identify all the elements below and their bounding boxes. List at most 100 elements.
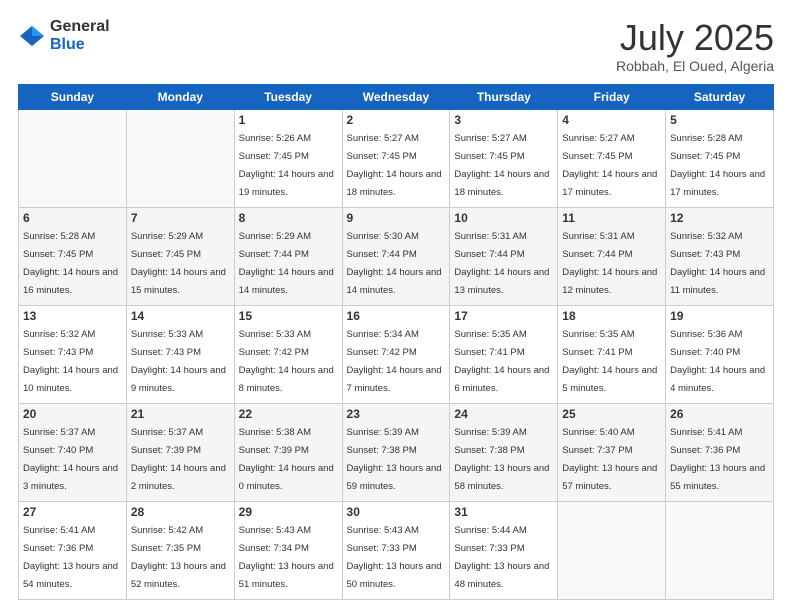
day-cell: 26Sunrise: 5:41 AMSunset: 7:36 PMDayligh… — [666, 403, 774, 501]
day-cell: 31 Sunrise: 5:44 AMSunset: 7:33 PMDayligh… — [450, 501, 558, 599]
day-number: 26 — [670, 407, 769, 421]
day-cell: 8 Sunrise: 5:29 AMSunset: 7:44 PMDaylight… — [234, 207, 342, 305]
title-area: July 2025 Robbah, El Oued, Algeria — [616, 18, 774, 74]
day-cell: 4 Sunrise: 5:27 AMSunset: 7:45 PMDaylight… — [558, 109, 666, 207]
day-number: 29 — [239, 505, 338, 519]
day-number: 27 — [23, 505, 122, 519]
day-cell: 18 Sunrise: 5:35 AMSunset: 7:41 PMDayligh… — [558, 305, 666, 403]
header-row: Sunday Monday Tuesday Wednesday Thursday… — [19, 84, 774, 109]
day-number: 30 — [347, 505, 446, 519]
day-info: Sunrise: 5:31 AMSunset: 7:44 PMDaylight:… — [562, 231, 657, 296]
day-info: Sunrise: 5:44 AMSunset: 7:33 PMDaylight:… — [454, 525, 549, 590]
day-info: Sunrise: 5:42 AMSunset: 7:35 PMDaylight:… — [131, 525, 226, 590]
col-wednesday: Wednesday — [342, 84, 450, 109]
day-info: Sunrise: 5:37 AMSunset: 7:39 PMDaylight:… — [131, 427, 226, 492]
day-info: Sunrise: 5:29 AMSunset: 7:44 PMDaylight:… — [239, 231, 334, 296]
day-cell: 29 Sunrise: 5:43 AMSunset: 7:34 PMDayligh… — [234, 501, 342, 599]
day-number: 10 — [454, 211, 553, 225]
day-info: Sunrise: 5:28 AMSunset: 7:45 PMDaylight:… — [23, 231, 118, 296]
day-number: 23 — [347, 407, 446, 421]
week-row-3: 13Sunrise: 5:32 AMSunset: 7:43 PMDayligh… — [19, 305, 774, 403]
day-cell: 17 Sunrise: 5:35 AMSunset: 7:41 PMDayligh… — [450, 305, 558, 403]
day-number: 12 — [670, 211, 769, 225]
day-number: 5 — [670, 113, 769, 127]
day-cell — [126, 109, 234, 207]
day-number: 21 — [131, 407, 230, 421]
day-info: Sunrise: 5:33 AMSunset: 7:42 PMDaylight:… — [239, 329, 334, 394]
col-sunday: Sunday — [19, 84, 127, 109]
day-info: Sunrise: 5:39 AMSunset: 7:38 PMDaylight:… — [454, 427, 549, 492]
header: General Blue July 2025 Robbah, El Oued, … — [18, 18, 774, 74]
day-number: 8 — [239, 211, 338, 225]
day-number: 17 — [454, 309, 553, 323]
day-cell: 2 Sunrise: 5:27 AMSunset: 7:45 PMDaylight… — [342, 109, 450, 207]
day-number: 25 — [562, 407, 661, 421]
day-cell: 14 Sunrise: 5:33 AMSunset: 7:43 PMDayligh… — [126, 305, 234, 403]
day-number: 9 — [347, 211, 446, 225]
day-number: 11 — [562, 211, 661, 225]
day-cell: 27 Sunrise: 5:41 AMSunset: 7:36 PMDayligh… — [19, 501, 127, 599]
day-info: Sunrise: 5:39 AMSunset: 7:38 PMDaylight:… — [347, 427, 442, 492]
day-cell: 28 Sunrise: 5:42 AMSunset: 7:35 PMDayligh… — [126, 501, 234, 599]
day-number: 31 — [454, 505, 553, 519]
logo-blue-text: Blue — [50, 36, 110, 54]
day-info: Sunrise: 5:36 AMSunset: 7:40 PMDaylight:… — [670, 329, 765, 394]
day-cell: 16 Sunrise: 5:34 AMSunset: 7:42 PMDayligh… — [342, 305, 450, 403]
day-cell: 7 Sunrise: 5:29 AMSunset: 7:45 PMDaylight… — [126, 207, 234, 305]
day-info: Sunrise: 5:34 AMSunset: 7:42 PMDaylight:… — [347, 329, 442, 394]
col-monday: Monday — [126, 84, 234, 109]
day-number: 28 — [131, 505, 230, 519]
day-number: 4 — [562, 113, 661, 127]
day-info: Sunrise: 5:32 AMSunset: 7:43 PMDaylight:… — [670, 231, 765, 296]
month-title: July 2025 — [616, 18, 774, 58]
day-cell: 24Sunrise: 5:39 AMSunset: 7:38 PMDayligh… — [450, 403, 558, 501]
day-number: 22 — [239, 407, 338, 421]
logo-general-text: General — [50, 18, 110, 36]
day-info: Sunrise: 5:38 AMSunset: 7:39 PMDaylight:… — [239, 427, 334, 492]
day-cell: 25 Sunrise: 5:40 AMSunset: 7:37 PMDayligh… — [558, 403, 666, 501]
day-number: 19 — [670, 309, 769, 323]
day-info: Sunrise: 5:41 AMSunset: 7:36 PMDaylight:… — [23, 525, 118, 590]
day-cell: 20Sunrise: 5:37 AMSunset: 7:40 PMDayligh… — [19, 403, 127, 501]
col-saturday: Saturday — [666, 84, 774, 109]
day-cell: 11 Sunrise: 5:31 AMSunset: 7:44 PMDayligh… — [558, 207, 666, 305]
week-row-2: 6Sunrise: 5:28 AMSunset: 7:45 PMDaylight… — [19, 207, 774, 305]
day-cell: 5 Sunrise: 5:28 AMSunset: 7:45 PMDaylight… — [666, 109, 774, 207]
day-cell — [666, 501, 774, 599]
col-tuesday: Tuesday — [234, 84, 342, 109]
day-info: Sunrise: 5:37 AMSunset: 7:40 PMDaylight:… — [23, 427, 118, 492]
day-info: Sunrise: 5:27 AMSunset: 7:45 PMDaylight:… — [562, 133, 657, 198]
day-info: Sunrise: 5:33 AMSunset: 7:43 PMDaylight:… — [131, 329, 226, 394]
day-number: 14 — [131, 309, 230, 323]
col-friday: Friday — [558, 84, 666, 109]
day-number: 18 — [562, 309, 661, 323]
day-cell: 19 Sunrise: 5:36 AMSunset: 7:40 PMDayligh… — [666, 305, 774, 403]
day-cell: 6Sunrise: 5:28 AMSunset: 7:45 PMDaylight… — [19, 207, 127, 305]
day-info: Sunrise: 5:43 AMSunset: 7:34 PMDaylight:… — [239, 525, 334, 590]
day-cell: 21 Sunrise: 5:37 AMSunset: 7:39 PMDayligh… — [126, 403, 234, 501]
day-info: Sunrise: 5:35 AMSunset: 7:41 PMDaylight:… — [562, 329, 657, 394]
day-info: Sunrise: 5:40 AMSunset: 7:37 PMDaylight:… — [562, 427, 657, 492]
week-row-4: 20Sunrise: 5:37 AMSunset: 7:40 PMDayligh… — [19, 403, 774, 501]
day-cell: 1Sunrise: 5:26 AMSunset: 7:45 PMDaylight… — [234, 109, 342, 207]
logo-icon — [18, 22, 46, 50]
calendar-table: Sunday Monday Tuesday Wednesday Thursday… — [18, 84, 774, 600]
day-cell: 30Sunrise: 5:43 AMSunset: 7:33 PMDayligh… — [342, 501, 450, 599]
day-info: Sunrise: 5:28 AMSunset: 7:45 PMDaylight:… — [670, 133, 765, 198]
day-info: Sunrise: 5:29 AMSunset: 7:45 PMDaylight:… — [131, 231, 226, 296]
day-number: 1 — [239, 113, 338, 127]
day-cell: 22 Sunrise: 5:38 AMSunset: 7:39 PMDayligh… — [234, 403, 342, 501]
day-info: Sunrise: 5:35 AMSunset: 7:41 PMDaylight:… — [454, 329, 549, 394]
col-thursday: Thursday — [450, 84, 558, 109]
day-info: Sunrise: 5:30 AMSunset: 7:44 PMDaylight:… — [347, 231, 442, 296]
day-info: Sunrise: 5:27 AMSunset: 7:45 PMDaylight:… — [347, 133, 442, 198]
day-cell: 23 Sunrise: 5:39 AMSunset: 7:38 PMDayligh… — [342, 403, 450, 501]
day-cell: 12 Sunrise: 5:32 AMSunset: 7:43 PMDayligh… — [666, 207, 774, 305]
day-number: 16 — [347, 309, 446, 323]
day-number: 2 — [347, 113, 446, 127]
day-cell: 9 Sunrise: 5:30 AMSunset: 7:44 PMDaylight… — [342, 207, 450, 305]
day-cell: 10Sunrise: 5:31 AMSunset: 7:44 PMDayligh… — [450, 207, 558, 305]
location-subtitle: Robbah, El Oued, Algeria — [616, 58, 774, 74]
day-cell: 3Sunrise: 5:27 AMSunset: 7:45 PMDaylight… — [450, 109, 558, 207]
day-number: 7 — [131, 211, 230, 225]
